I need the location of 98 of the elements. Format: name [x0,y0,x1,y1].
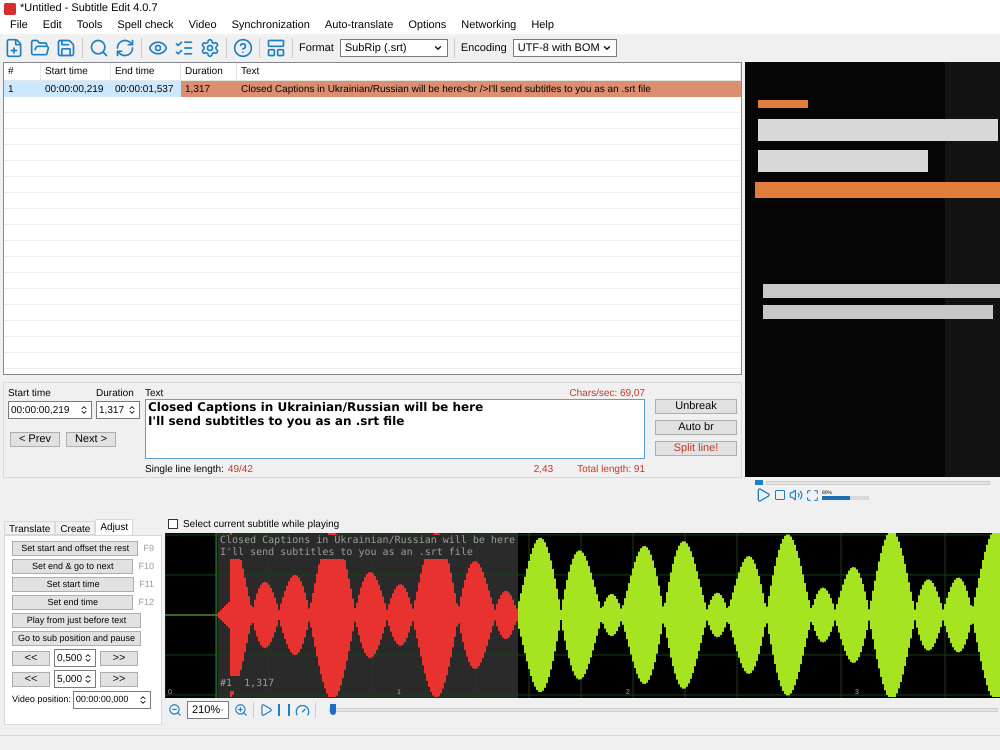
encoding-dropdown[interactable]: UTF-8 with BOM [512,39,617,57]
editor-button[interactable]: Split line! [655,441,737,456]
zoom-out-icon[interactable] [168,703,182,717]
adjust-button[interactable]: Play from just before text [12,613,141,628]
app-logo-icon [4,2,16,14]
adjust-button[interactable]: Set start and offset the rest [12,541,138,556]
waveform-subtitle-info: #1 1,317 [220,676,274,691]
total-length: Total length: 91 [577,463,645,477]
checkbox[interactable] [168,519,178,529]
tab[interactable]: Adjust [95,519,134,535]
menu-item[interactable]: Tools [76,17,102,34]
adjust-button[interactable]: Set start time [12,577,134,592]
menu-item[interactable]: Synchronization [232,17,310,34]
adjust-button[interactable]: Set end time [12,595,134,610]
duration-label: Duration [96,387,135,401]
shortcut-label: F10 [138,560,154,573]
caret-icon [602,43,612,53]
menu-item[interactable]: Video [188,17,217,34]
encoding-label: Encoding [460,40,507,56]
volume-icon[interactable] [789,488,803,502]
video-position-label: Video position: [12,693,71,706]
refresh-icon[interactable] [115,38,135,58]
menu-item[interactable]: Help [531,17,554,34]
subtitle-line: I'll send subtitles to you as an .srt file [148,414,406,428]
text-editor[interactable]: Closed Captions in Ukrainian/Russian will be here I'll send subtitles to you as an .srt file [144,399,645,459]
waveform-subtitle-text: Closed Captions in Ukrainian/Russian will be here [220,535,516,547]
single-line-length-label: Single line length: [144,463,224,477]
cps-value: 2,43 [534,463,554,477]
column-header[interactable]: Start time [41,63,111,80]
spinner-icon[interactable] [138,695,148,705]
layout-icon[interactable] [266,38,286,58]
spinner-icon[interactable] [83,674,93,684]
spinner-icon[interactable] [83,653,93,663]
menu-item[interactable]: Auto-translate [324,17,394,34]
chars-per-second: Chars/sec: 69,07 [569,387,645,399]
spinner-icon[interactable] [127,405,137,415]
format-label: Format [299,40,334,56]
next-button[interactable]: Next > [66,432,116,447]
checkbox-label: Select current subtitle while playing [183,518,340,532]
help-icon[interactable] [233,38,253,58]
table-cell: 1,317 [181,81,237,97]
new-file-icon[interactable] [4,38,24,58]
subtitle-line: Closed Captions in Ukrainian/Russian will be here [148,400,484,414]
spinner-icon[interactable] [79,405,89,415]
column-header[interactable]: Text [237,63,741,80]
column-header[interactable]: End time [111,63,181,80]
play-selection-icon[interactable] [278,704,290,716]
play-icon[interactable] [755,487,771,503]
prev-button[interactable]: < Prev [10,432,60,447]
video-position-field[interactable]: 00:00:00,000 [72,691,151,709]
step-field[interactable]: 0,500 [54,649,96,667]
step-back-button[interactable]: << [12,672,50,686]
start-time-label: Start time [8,387,52,401]
step-field[interactable]: 5,000 [54,670,96,688]
menu-item[interactable]: Networking [461,17,516,34]
menu-item[interactable]: File [10,17,28,34]
shortcut-label: F12 [138,596,154,609]
speed-gauge-icon[interactable] [295,702,310,718]
search-icon[interactable] [89,38,109,58]
position-thumb[interactable] [330,704,336,715]
table-cell: 00:00:00,219 [41,81,111,97]
save-icon[interactable] [56,38,76,58]
adjust-button[interactable]: Set end & go to next [12,559,134,574]
duration-field[interactable]: 1,317 [96,401,140,419]
column-header[interactable]: # [4,63,41,80]
single-line-length-value: 49/42 [228,463,253,477]
table-cell: 1 [4,81,41,97]
stop-icon[interactable] [774,489,786,501]
shortcut-label: F9 [143,542,154,555]
format-dropdown[interactable]: SubRip (.srt) [340,39,448,57]
shortcut-label: F11 [139,578,154,591]
table-cell: Closed Captions in Ukrainian/Russian will be here<br />I'll send subtitles to you as an .srt file [237,81,741,97]
menu-item[interactable]: Options [408,17,446,34]
tab[interactable]: Create [55,521,96,535]
zoom-in-icon[interactable] [234,703,248,717]
step-forward-button[interactable]: >> [100,650,138,666]
menu-item[interactable]: Edit [42,17,62,34]
settings-icon[interactable] [200,38,220,58]
table-cell: 00:00:01,537 [111,81,181,97]
volume-slider[interactable] [822,496,869,500]
start-time-field[interactable]: 00:00:00,219 [8,401,92,419]
menu-item[interactable]: Spell check [117,17,174,34]
waveform-subtitle-text: I'll send subtitles to you as an .srt file [220,547,473,559]
editor-button[interactable]: Unbreak [655,399,737,414]
window-title: *Untitled - Subtitle Edit 4.0.7 [20,1,158,16]
fullscreen-icon[interactable] [806,488,819,502]
step-back-button[interactable]: << [12,650,50,666]
table-row[interactable]: 1 00:00:00,219 00:00:01,537 1,317 Closed Captions in Ukrainian/Russian will be here<br />I'll send subtitles to you as an .srt file [4,81,741,97]
text-label: Text [144,387,164,399]
adjust-button[interactable]: Go to sub position and pause [12,631,141,646]
play-icon[interactable] [259,703,273,717]
caret-icon [432,43,443,53]
folder-icon[interactable] [30,38,50,58]
column-header[interactable]: Duration [181,63,237,80]
step-forward-button[interactable]: >> [100,672,138,686]
zoom-dropdown[interactable]: 210% [187,701,229,719]
tab[interactable]: Translate [4,521,56,535]
editor-button[interactable]: Auto br [655,420,737,435]
